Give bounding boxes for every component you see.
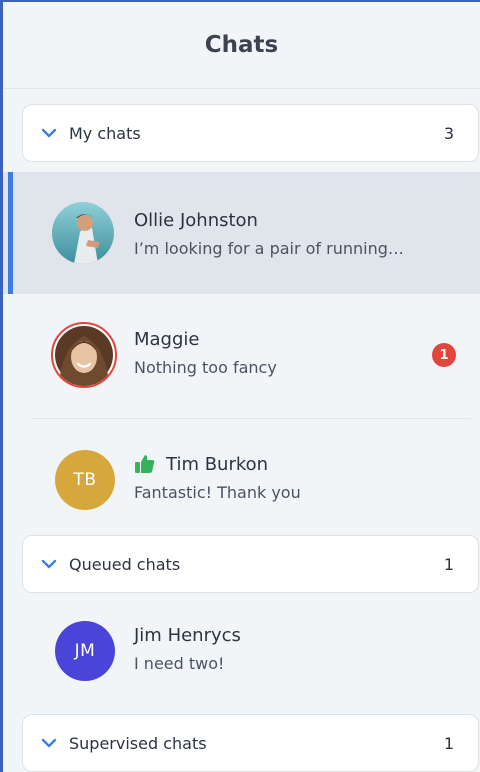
active-indicator bbox=[8, 172, 13, 294]
section-count: 1 bbox=[443, 554, 454, 574]
avatar: JM bbox=[55, 621, 115, 681]
section-label: Queued chats bbox=[69, 554, 181, 574]
section-label: My chats bbox=[69, 123, 141, 143]
chat-preview: I need two! bbox=[134, 654, 225, 673]
chat-preview: I’m looking for a pair of running… bbox=[134, 239, 404, 258]
chat-item-ollie-johnston[interactable]: Ollie Johnston I’m looking for a pair of… bbox=[3, 172, 480, 294]
section-supervised-chats[interactable]: Supervised chats 1 bbox=[22, 714, 479, 772]
section-count: 3 bbox=[443, 123, 454, 143]
avatar bbox=[52, 202, 114, 264]
section-count: 1 bbox=[443, 733, 454, 753]
chat-name: Jim Henrycs bbox=[134, 625, 241, 646]
chat-preview: Nothing too fancy bbox=[134, 358, 277, 377]
avatar bbox=[51, 322, 117, 388]
chat-item-jim-henrycs[interactable]: JM Jim Henrycs I need two! bbox=[3, 595, 480, 707]
chevron-down-icon bbox=[41, 556, 57, 572]
chats-header: Chats bbox=[3, 2, 480, 89]
chevron-down-icon bbox=[41, 735, 57, 751]
chat-item-maggie[interactable]: Maggie Nothing too fancy 1 bbox=[3, 294, 480, 418]
chat-item-tim-burkon[interactable]: TB Tim Burkon Fantastic! Thank you bbox=[3, 419, 480, 535]
section-my-chats[interactable]: My chats 3 bbox=[22, 104, 479, 162]
chat-name: Tim Burkon bbox=[166, 453, 269, 475]
chats-panel: Chats My chats 3 Ollie Johnston I’m look… bbox=[0, 0, 480, 772]
chat-name: Ollie Johnston bbox=[134, 210, 258, 231]
avatar: TB bbox=[55, 450, 115, 510]
section-label: Supervised chats bbox=[69, 733, 207, 753]
page-title: Chats bbox=[204, 32, 279, 58]
chat-preview: Fantastic! Thank you bbox=[134, 483, 301, 502]
chat-name-row: Tim Burkon bbox=[134, 453, 301, 475]
section-queued-chats[interactable]: Queued chats 1 bbox=[22, 535, 479, 593]
chat-name: Maggie bbox=[134, 329, 200, 350]
unread-badge: 1 bbox=[432, 343, 456, 367]
chevron-down-icon bbox=[41, 125, 57, 141]
thumbs-up-icon bbox=[134, 453, 156, 475]
